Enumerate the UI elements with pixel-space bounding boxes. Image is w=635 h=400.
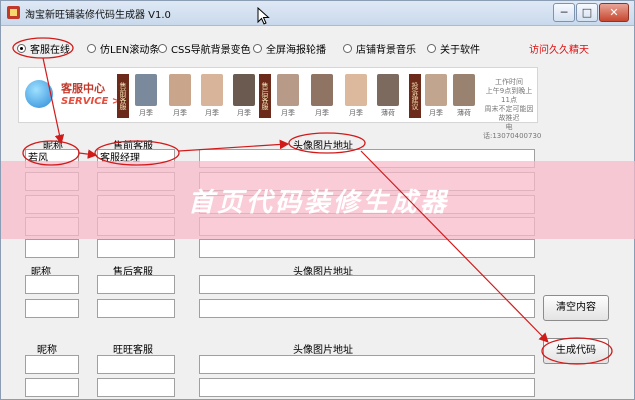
- avatar-label: 月季: [429, 109, 443, 117]
- avatar-url-input[interactable]: [199, 275, 535, 294]
- avatar-label: 月季: [281, 109, 295, 117]
- avatar: [201, 74, 223, 106]
- wangwang-header: 旺旺客服: [113, 345, 153, 356]
- banner-title: 首页代码装修生成器: [187, 188, 449, 218]
- avatar-label: 月季: [139, 109, 153, 117]
- nickname-header: 昵称: [37, 345, 57, 356]
- generate-code-button[interactable]: 生成代码: [543, 338, 609, 364]
- role-input[interactable]: [97, 275, 175, 294]
- service-logo-icon: [25, 80, 53, 108]
- avatar: [277, 74, 299, 106]
- radio-len-scrollbar[interactable]: 仿LEN滚动条: [87, 41, 159, 56]
- avatar: [453, 74, 475, 106]
- avatar-url-input[interactable]: [199, 299, 535, 318]
- radio-dot-icon[interactable]: [158, 44, 167, 53]
- avatar-label: 月季: [349, 109, 363, 117]
- app-icon: [7, 6, 20, 19]
- role-input[interactable]: [97, 239, 175, 258]
- window-title: 淘宝新旺铺装修代码生成器 V1.0: [25, 10, 171, 21]
- mouse-cursor-icon: [257, 7, 270, 25]
- service-hours-info: 工作时间 上午9点到晚上11点 周末不定可能因故推迟 电话:1307040073…: [483, 78, 542, 141]
- radio-dot-icon[interactable]: [427, 44, 436, 53]
- radio-css-nav[interactable]: CSS导航背景变色: [158, 41, 251, 56]
- avatar-label: 薄荷: [381, 109, 395, 117]
- presale-chip: 售前客服: [117, 74, 129, 118]
- avatar-url-input[interactable]: [199, 378, 535, 397]
- nickname-input[interactable]: [25, 299, 79, 318]
- avatar-label: 月季: [205, 109, 219, 117]
- info-line: 上午9点到晚上11点: [485, 87, 533, 104]
- clear-content-button[interactable]: 清空内容: [543, 295, 609, 321]
- radio-bg-music[interactable]: 店铺背景音乐: [343, 41, 416, 56]
- avatar: [233, 74, 255, 106]
- avatar: [135, 74, 157, 106]
- role-input[interactable]: [97, 355, 175, 374]
- info-line: 工作时间: [495, 78, 523, 86]
- avatar-url-input[interactable]: [199, 355, 535, 374]
- avatar-label: 薄荷: [457, 109, 471, 117]
- radio-label: 关于软件: [440, 45, 480, 56]
- maximize-button[interactable]: □: [576, 3, 598, 22]
- app-window: 淘宝新旺铺装修代码生成器 V1.0 ─ □ ✕ 客服在线 仿LEN滚动条 CSS…: [0, 0, 635, 400]
- avatar-url-header: 头像图片地址: [293, 345, 353, 356]
- avatar: [425, 74, 447, 106]
- radio-dot-icon[interactable]: [253, 44, 262, 53]
- radio-label: 全屏海报轮播: [266, 45, 326, 56]
- preview-title: 客服中心: [61, 82, 105, 95]
- close-button[interactable]: ✕: [599, 3, 629, 22]
- nickname-input[interactable]: [25, 355, 79, 374]
- avatar-label: 月季: [237, 109, 251, 117]
- role-input[interactable]: [97, 378, 175, 397]
- nickname-input[interactable]: [25, 378, 79, 397]
- radio-dot-icon[interactable]: [87, 44, 96, 53]
- avatar-url-input[interactable]: [199, 239, 535, 258]
- service-preview-panel: 客服中心 SERVICE > 售前客服 月季 月季 月季 月季 售后客服 月季 …: [18, 67, 541, 140]
- avatar: [377, 74, 399, 106]
- avatar: [311, 74, 333, 106]
- avatar: [169, 74, 191, 106]
- avatar-label: 月季: [315, 109, 329, 117]
- radio-fullscreen-poster[interactable]: 全屏海报轮播: [253, 41, 326, 56]
- minimize-button[interactable]: ─: [553, 3, 575, 22]
- title-bar: 淘宝新旺铺装修代码生成器 V1.0 ─ □ ✕: [1, 1, 634, 26]
- radio-label: 客服在线: [30, 45, 70, 56]
- avatar: [345, 74, 367, 106]
- nickname-input[interactable]: [25, 275, 79, 294]
- role-input[interactable]: [97, 299, 175, 318]
- avatar-label: 月季: [173, 109, 187, 117]
- radio-about[interactable]: 关于软件: [427, 41, 480, 56]
- aftersale-chip: 售后客服: [259, 74, 271, 118]
- complaint-chip: 投诉建议: [409, 74, 421, 118]
- arrow-line: [78, 149, 98, 159]
- radio-dot-icon[interactable]: [17, 44, 26, 53]
- radio-dot-icon[interactable]: [343, 44, 352, 53]
- nickname-input[interactable]: [25, 239, 79, 258]
- radio-online-service[interactable]: 客服在线: [17, 41, 70, 56]
- preview-subtitle: SERVICE >: [61, 96, 121, 107]
- radio-label: 店铺背景音乐: [356, 45, 416, 56]
- info-line: 周末不定可能因故推迟: [484, 105, 534, 122]
- visit-website-link[interactable]: 访问久久精天: [529, 41, 589, 56]
- radio-label: CSS导航背景变色: [171, 45, 251, 56]
- radio-label: 仿LEN滚动条: [100, 45, 160, 56]
- info-line: 电话:13070400730: [483, 123, 542, 140]
